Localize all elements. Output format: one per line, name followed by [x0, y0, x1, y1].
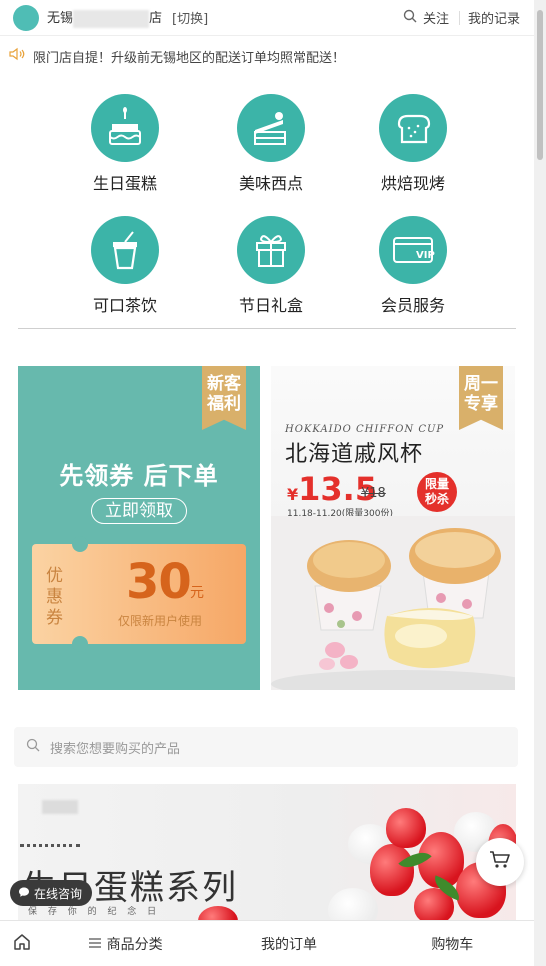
category-birthday-cake[interactable]: 生日蛋糕 [70, 94, 180, 194]
speaker-icon [9, 47, 25, 65]
monday-ribbon: 周一 专享 [459, 366, 503, 430]
original-price: ¥18 [361, 486, 386, 501]
flash-sale-badge: 限量 秒杀 [417, 472, 457, 512]
category-label: 会员服务 [380, 296, 445, 315]
coupon-unit: 元 [190, 585, 204, 601]
price-currency: ¥ [287, 485, 299, 504]
store-logo[interactable] [13, 4, 39, 31]
header-divider [458, 10, 460, 25]
online-consult-label: 在线咨询 [34, 886, 83, 901]
category-label: 烘焙现烤 [380, 174, 445, 193]
cart-tab[interactable]: 购物车 [371, 934, 534, 954]
cart-icon [489, 850, 511, 874]
coupon-ticket: 优惠券 30 元 仅限新用户使用 [32, 536, 246, 652]
category-label: 美味西点 [238, 174, 303, 193]
follow-button[interactable]: 关注 [423, 8, 449, 27]
ribbon-text: 周一 专享 [464, 374, 498, 414]
menu-icon [88, 936, 101, 952]
coupon-label: 优惠券 [46, 566, 63, 628]
online-consult-button[interactable]: 在线咨询 [10, 880, 93, 906]
claim-coupon-button[interactable]: 立即领取 [91, 498, 187, 524]
category-gift-box[interactable]: 节日礼盒 [216, 216, 326, 316]
my-orders-tab-label: 我的订单 [260, 936, 317, 953]
chiffon-cup-promo-banner[interactable]: 周一 专享 HOKKAIDO CHIFFON CUP 北海道戚风杯 ¥13.5 … [271, 366, 515, 690]
product-english-title: HOKKAIDO CHIFFON CUP [285, 424, 445, 435]
category-label: 可口茶饮 [92, 296, 157, 315]
category-label: 生日蛋糕 [92, 174, 157, 193]
floating-cart-button[interactable] [476, 838, 524, 886]
coupon-value: 30 [126, 554, 192, 610]
store-name-suffix: 店 [149, 11, 163, 27]
store-name-prefix: 无锡 [47, 11, 74, 27]
vip-card-icon: VIP [379, 216, 447, 284]
my-orders-tab[interactable]: 我的订单 [207, 934, 370, 954]
promo-brand-redacted [42, 800, 78, 814]
search-icon[interactable] [403, 9, 417, 27]
home-icon [13, 933, 31, 955]
new-customer-ribbon: 新客 福利 [202, 366, 246, 430]
scrollbar-thumb[interactable] [537, 10, 543, 160]
category-member-service[interactable]: VIP 会员服务 [358, 216, 468, 316]
chat-bubble-icon [18, 886, 30, 901]
gift-icon [237, 216, 305, 284]
my-records-link[interactable]: 我的记录 [468, 8, 520, 27]
category-tab-label: 商品分类 [106, 936, 163, 953]
top-header: 无锡 店 [切换] 关注 我的记录 [0, 0, 534, 36]
section-divider [18, 328, 516, 329]
store-name-redacted [73, 9, 150, 28]
drink-icon [91, 216, 159, 284]
category-drinks[interactable]: 可口茶饮 [70, 216, 180, 316]
category-tab[interactable]: 商品分类 [44, 934, 207, 954]
bread-icon [379, 94, 447, 162]
cart-tab-label: 购物车 [431, 936, 474, 953]
birthday-cake-series-banner[interactable]: 生日蛋糕系列 保 存 你 的 纪 念 日 [18, 784, 516, 924]
product-title: 北海道戚风杯 [285, 442, 424, 467]
page-scrollbar[interactable] [534, 0, 546, 966]
cake-icon [91, 94, 159, 162]
category-pastry[interactable]: 美味西点 [216, 94, 326, 194]
bottom-navigation: 商品分类 我的订单 购物车 [0, 920, 534, 966]
search-icon [26, 738, 40, 756]
pastry-icon [237, 94, 305, 162]
category-label: 节日礼盒 [238, 296, 303, 315]
product-search-bar[interactable]: 搜索您想要购买的产品 [14, 727, 518, 767]
home-tab[interactable] [0, 933, 44, 955]
switch-store-link[interactable]: [切换] [172, 8, 208, 27]
category-baking[interactable]: 烘焙现烤 [358, 94, 468, 194]
promo-dotted-line [20, 844, 80, 848]
coupon-banner-title: 先领券 后下单 [59, 462, 219, 490]
coupon-note: 仅限新用户使用 [118, 614, 203, 628]
page: 无锡 店 [切换] 关注 我的记录 限门店自提！升级前无锡地区的配送订单均照常配送… [0, 0, 534, 966]
notice-text: 限门店自提！升级前无锡地区的配送订单均照常配送！ [33, 50, 346, 66]
search-placeholder: 搜索您想要购买的产品 [50, 741, 181, 757]
chiffon-cup-image [271, 516, 515, 690]
notice-bar: 限门店自提！升级前无锡地区的配送订单均照常配送！ [0, 43, 534, 69]
svg-text:VIP: VIP [416, 250, 435, 261]
store-name[interactable]: 无锡 店 [47, 7, 162, 28]
badge-text: 限量 秒杀 [424, 477, 449, 506]
new-customer-coupon-banner[interactable]: 新客 福利 先领券 后下单 立即领取 优惠券 30 元 仅限新用户使用 [18, 366, 260, 690]
ribbon-text: 新客 福利 [207, 374, 241, 414]
